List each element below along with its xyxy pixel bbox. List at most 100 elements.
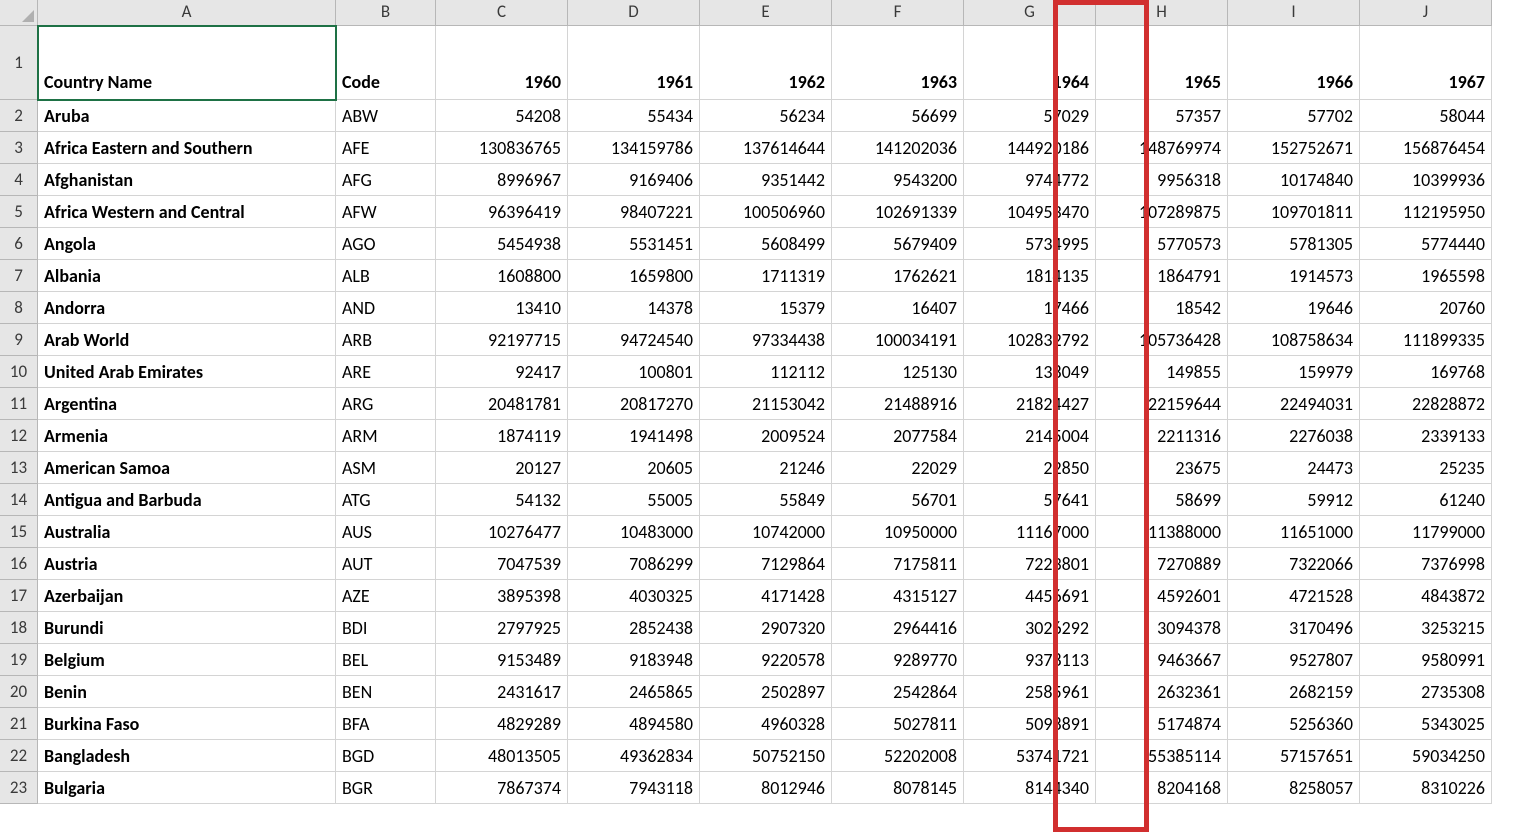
column-header-F[interactable]: F bbox=[832, 0, 964, 26]
cell-E22[interactable]: 50752150 bbox=[700, 740, 832, 772]
cell-B9[interactable]: ARB bbox=[336, 324, 436, 356]
cell-I23[interactable]: 8258057 bbox=[1228, 772, 1360, 804]
cell-E8[interactable]: 15379 bbox=[700, 292, 832, 324]
cell-F13[interactable]: 22029 bbox=[832, 452, 964, 484]
cell-H19[interactable]: 9463667 bbox=[1096, 644, 1228, 676]
cell-H22[interactable]: 55385114 bbox=[1096, 740, 1228, 772]
cell-I15[interactable]: 11651000 bbox=[1228, 516, 1360, 548]
cell-J16[interactable]: 7376998 bbox=[1360, 548, 1492, 580]
row-header-19[interactable]: 19 bbox=[0, 644, 38, 676]
column-header-D[interactable]: D bbox=[568, 0, 700, 26]
cell-C5[interactable]: 96396419 bbox=[436, 196, 568, 228]
cell-E2[interactable]: 56234 bbox=[700, 100, 832, 132]
cell-C16[interactable]: 7047539 bbox=[436, 548, 568, 580]
cell-B7[interactable]: ALB bbox=[336, 260, 436, 292]
cell-A14[interactable]: Antigua and Barbuda bbox=[38, 484, 336, 516]
cell-B15[interactable]: AUS bbox=[336, 516, 436, 548]
cell-G9[interactable]: 102832792 bbox=[964, 324, 1096, 356]
row-header-10[interactable]: 10 bbox=[0, 356, 38, 388]
cell-D21[interactable]: 4894580 bbox=[568, 708, 700, 740]
cell-D10[interactable]: 100801 bbox=[568, 356, 700, 388]
cell-D7[interactable]: 1659800 bbox=[568, 260, 700, 292]
cell-C6[interactable]: 5454938 bbox=[436, 228, 568, 260]
cell-C4[interactable]: 8996967 bbox=[436, 164, 568, 196]
cell-C7[interactable]: 1608800 bbox=[436, 260, 568, 292]
cell-C9[interactable]: 92197715 bbox=[436, 324, 568, 356]
cell-J13[interactable]: 25235 bbox=[1360, 452, 1492, 484]
cell-C19[interactable]: 9153489 bbox=[436, 644, 568, 676]
row-header-23[interactable]: 23 bbox=[0, 772, 38, 804]
cell-C8[interactable]: 13410 bbox=[436, 292, 568, 324]
cell-G4[interactable]: 9744772 bbox=[964, 164, 1096, 196]
cell-J14[interactable]: 61240 bbox=[1360, 484, 1492, 516]
cell-H12[interactable]: 2211316 bbox=[1096, 420, 1228, 452]
cell-A1[interactable]: Country Name bbox=[38, 26, 336, 100]
cell-E16[interactable]: 7129864 bbox=[700, 548, 832, 580]
cell-C12[interactable]: 1874119 bbox=[436, 420, 568, 452]
column-header-E[interactable]: E bbox=[700, 0, 832, 26]
cell-J4[interactable]: 10399936 bbox=[1360, 164, 1492, 196]
cell-C11[interactable]: 20481781 bbox=[436, 388, 568, 420]
cell-E15[interactable]: 10742000 bbox=[700, 516, 832, 548]
cell-I22[interactable]: 57157651 bbox=[1228, 740, 1360, 772]
cell-B18[interactable]: BDI bbox=[336, 612, 436, 644]
cell-J11[interactable]: 22828872 bbox=[1360, 388, 1492, 420]
row-header-15[interactable]: 15 bbox=[0, 516, 38, 548]
row-header-20[interactable]: 20 bbox=[0, 676, 38, 708]
cell-B17[interactable]: AZE bbox=[336, 580, 436, 612]
cell-I8[interactable]: 19646 bbox=[1228, 292, 1360, 324]
cell-D1[interactable]: 1961 bbox=[568, 26, 700, 100]
row-header-22[interactable]: 22 bbox=[0, 740, 38, 772]
cell-I6[interactable]: 5781305 bbox=[1228, 228, 1360, 260]
cell-B14[interactable]: ATG bbox=[336, 484, 436, 516]
cell-A2[interactable]: Aruba bbox=[38, 100, 336, 132]
row-header-16[interactable]: 16 bbox=[0, 548, 38, 580]
cell-A9[interactable]: Arab World bbox=[38, 324, 336, 356]
cell-G11[interactable]: 21824427 bbox=[964, 388, 1096, 420]
cell-D9[interactable]: 94724540 bbox=[568, 324, 700, 356]
cell-G22[interactable]: 53741721 bbox=[964, 740, 1096, 772]
cell-D2[interactable]: 55434 bbox=[568, 100, 700, 132]
cell-I14[interactable]: 59912 bbox=[1228, 484, 1360, 516]
cell-G18[interactable]: 3026292 bbox=[964, 612, 1096, 644]
cell-H14[interactable]: 58699 bbox=[1096, 484, 1228, 516]
cell-G1[interactable]: 1964 bbox=[964, 26, 1096, 100]
cell-G5[interactable]: 104953470 bbox=[964, 196, 1096, 228]
cell-A15[interactable]: Australia bbox=[38, 516, 336, 548]
cell-C14[interactable]: 54132 bbox=[436, 484, 568, 516]
cell-G20[interactable]: 2585961 bbox=[964, 676, 1096, 708]
row-header-14[interactable]: 14 bbox=[0, 484, 38, 516]
cell-E19[interactable]: 9220578 bbox=[700, 644, 832, 676]
cell-F12[interactable]: 2077584 bbox=[832, 420, 964, 452]
cell-F22[interactable]: 52202008 bbox=[832, 740, 964, 772]
cell-B23[interactable]: BGR bbox=[336, 772, 436, 804]
cell-A4[interactable]: Afghanistan bbox=[38, 164, 336, 196]
cell-J9[interactable]: 111899335 bbox=[1360, 324, 1492, 356]
row-header-11[interactable]: 11 bbox=[0, 388, 38, 420]
cell-G3[interactable]: 144920186 bbox=[964, 132, 1096, 164]
cell-I9[interactable]: 108758634 bbox=[1228, 324, 1360, 356]
cell-E1[interactable]: 1962 bbox=[700, 26, 832, 100]
cell-J3[interactable]: 156876454 bbox=[1360, 132, 1492, 164]
column-header-C[interactable]: C bbox=[436, 0, 568, 26]
cell-F19[interactable]: 9289770 bbox=[832, 644, 964, 676]
cell-D12[interactable]: 1941498 bbox=[568, 420, 700, 452]
cell-J6[interactable]: 5774440 bbox=[1360, 228, 1492, 260]
cell-I3[interactable]: 152752671 bbox=[1228, 132, 1360, 164]
cell-J20[interactable]: 2735308 bbox=[1360, 676, 1492, 708]
cell-H20[interactable]: 2632361 bbox=[1096, 676, 1228, 708]
cell-H21[interactable]: 5174874 bbox=[1096, 708, 1228, 740]
cell-G12[interactable]: 2145004 bbox=[964, 420, 1096, 452]
cell-A6[interactable]: Angola bbox=[38, 228, 336, 260]
cell-G15[interactable]: 11167000 bbox=[964, 516, 1096, 548]
row-header-1[interactable]: 1 bbox=[0, 26, 38, 100]
cell-D19[interactable]: 9183948 bbox=[568, 644, 700, 676]
cell-grid[interactable]: Country NameCode196019611962196319641965… bbox=[38, 26, 1492, 804]
cell-A5[interactable]: Africa Western and Central bbox=[38, 196, 336, 228]
cell-H1[interactable]: 1965 bbox=[1096, 26, 1228, 100]
cell-G19[interactable]: 9378113 bbox=[964, 644, 1096, 676]
cell-E3[interactable]: 137614644 bbox=[700, 132, 832, 164]
cell-A10[interactable]: United Arab Emirates bbox=[38, 356, 336, 388]
cell-I5[interactable]: 109701811 bbox=[1228, 196, 1360, 228]
cell-I12[interactable]: 2276038 bbox=[1228, 420, 1360, 452]
